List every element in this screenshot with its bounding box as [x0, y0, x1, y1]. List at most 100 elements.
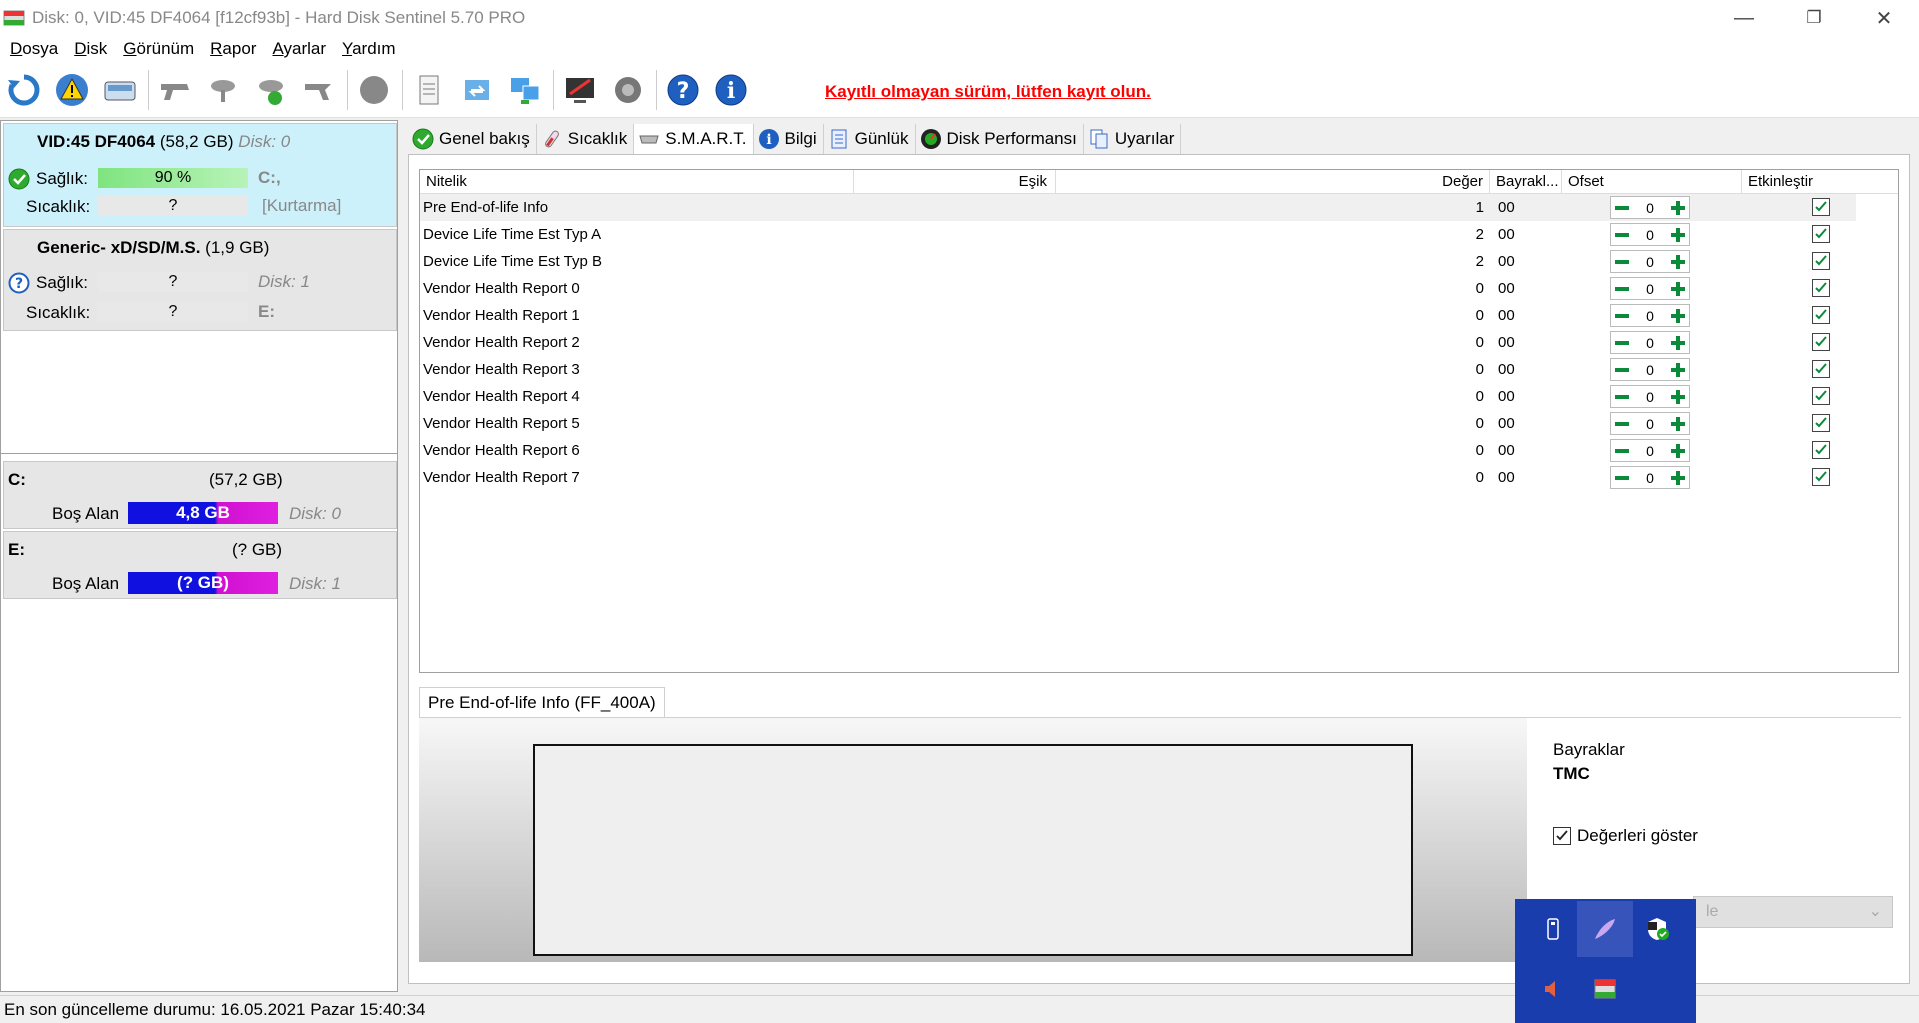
minus-icon[interactable] — [1611, 224, 1633, 245]
enable-checkbox[interactable] — [1812, 441, 1830, 459]
offset-stepper[interactable]: 0 — [1610, 358, 1690, 381]
offset-value[interactable]: 0 — [1633, 227, 1667, 243]
plus-icon[interactable] — [1667, 440, 1689, 461]
table-row[interactable]: Vendor Health Report 4 0 00 0 — [420, 383, 1898, 410]
offset-stepper[interactable]: 0 — [1610, 385, 1690, 408]
plus-icon[interactable] — [1667, 251, 1689, 272]
enable-checkbox[interactable] — [1812, 225, 1830, 243]
enable-checkbox[interactable] — [1812, 306, 1830, 324]
close-button[interactable]: ✕ — [1849, 0, 1919, 36]
offset-stepper[interactable]: 0 — [1610, 304, 1690, 327]
plus-icon[interactable] — [1667, 467, 1689, 488]
speaker-icon[interactable] — [608, 70, 648, 110]
enable-checkbox[interactable] — [1812, 252, 1830, 270]
enable-checkbox[interactable] — [1812, 360, 1830, 378]
plus-icon[interactable] — [1667, 359, 1689, 380]
tab-info[interactable]: i Bilgi — [753, 124, 824, 154]
minimize-button[interactable]: — — [1709, 0, 1779, 36]
table-row[interactable]: Vendor Health Report 7 0 00 0 — [420, 464, 1898, 491]
minus-icon[interactable] — [1611, 359, 1633, 380]
offset-value[interactable]: 0 — [1633, 362, 1667, 378]
gun-icon[interactable] — [155, 70, 195, 110]
security-shield-icon[interactable] — [1629, 901, 1685, 957]
speaker-muted-icon[interactable] — [1525, 961, 1581, 1017]
circle-icon[interactable] — [354, 70, 394, 110]
alert-icon[interactable] — [52, 70, 92, 110]
enable-checkbox[interactable] — [1812, 387, 1830, 405]
col-enable[interactable]: Etkinleştir — [1742, 170, 1856, 194]
tab-overview[interactable]: Genel bakış — [408, 124, 537, 154]
menu-report[interactable]: Rapor — [202, 39, 264, 59]
menu-settings[interactable]: Ayarlar — [264, 39, 334, 59]
enable-checkbox[interactable] — [1812, 198, 1830, 216]
plus-icon[interactable] — [1667, 332, 1689, 353]
minus-icon[interactable] — [1611, 305, 1633, 326]
plus-icon[interactable] — [1667, 305, 1689, 326]
offset-stepper[interactable]: 0 — [1610, 196, 1690, 219]
refresh-icon[interactable] — [4, 70, 44, 110]
offset-value[interactable]: 0 — [1633, 443, 1667, 459]
help-icon[interactable]: ? — [663, 70, 703, 110]
col-value[interactable]: Değer — [1056, 170, 1490, 194]
offset-stepper[interactable]: 0 — [1610, 412, 1690, 435]
col-threshold[interactable]: Eşik — [854, 170, 1056, 194]
plus-icon[interactable] — [1667, 278, 1689, 299]
register-link[interactable]: Kayıtlı olmayan sürüm, lütfen kayıt olun… — [825, 82, 1151, 102]
table-row[interactable]: Vendor Health Report 1 0 00 0 — [420, 302, 1898, 329]
usb-drive-icon[interactable] — [1525, 901, 1581, 957]
menu-file[interactable]: Dosya — [2, 39, 66, 59]
table-row[interactable]: Vendor Health Report 6 0 00 0 — [420, 437, 1898, 464]
tab-disk-performance[interactable]: Disk Performansı — [915, 124, 1084, 154]
offset-stepper[interactable]: 0 — [1610, 466, 1690, 489]
menu-view[interactable]: Görünüm — [115, 39, 202, 59]
network-icon[interactable] — [505, 70, 545, 110]
disk-card-0[interactable]: VID:45 DF4064 (58,2 GB) Disk: 0 Sağlık: … — [3, 123, 397, 227]
maximize-button[interactable]: ❐ — [1779, 0, 1849, 36]
offset-value[interactable]: 0 — [1633, 335, 1667, 351]
offset-stepper[interactable]: 0 — [1610, 331, 1690, 354]
tab-log[interactable]: Günlük — [823, 124, 916, 154]
enable-checkbox[interactable] — [1812, 468, 1830, 486]
table-row[interactable]: Vendor Health Report 5 0 00 0 — [420, 410, 1898, 437]
enable-checkbox[interactable] — [1812, 279, 1830, 297]
offset-value[interactable]: 0 — [1633, 389, 1667, 405]
table-row[interactable]: Device Life Time Est Typ A 2 00 0 — [420, 221, 1898, 248]
table-row[interactable]: Device Life Time Est Typ B 2 00 0 — [420, 248, 1898, 275]
offset-value[interactable]: 0 — [1633, 254, 1667, 270]
pen-icon[interactable] — [1577, 901, 1633, 957]
plus-icon[interactable] — [1667, 386, 1689, 407]
menu-disk[interactable]: Disk — [66, 39, 115, 59]
monitor-icon[interactable] — [560, 70, 600, 110]
minus-icon[interactable] — [1611, 386, 1633, 407]
detail-tab[interactable]: Pre End-of-life Info (FF_400A) — [419, 687, 665, 717]
offset-value[interactable]: 0 — [1633, 200, 1667, 216]
table-row[interactable]: Vendor Health Report 2 0 00 0 — [420, 329, 1898, 356]
network-disk-icon[interactable] — [203, 70, 243, 110]
minus-icon[interactable] — [1611, 467, 1633, 488]
col-attribute[interactable]: Nitelik — [420, 170, 854, 194]
minus-icon[interactable] — [1611, 413, 1633, 434]
table-row[interactable]: Vendor Health Report 3 0 00 0 — [420, 356, 1898, 383]
offset-value[interactable]: 0 — [1633, 308, 1667, 324]
enable-checkbox[interactable] — [1812, 414, 1830, 432]
disabled-dropdown[interactable]: le ⌄ — [1693, 896, 1893, 928]
offset-stepper[interactable]: 0 — [1610, 223, 1690, 246]
tab-temperature[interactable]: Sıcaklık — [536, 124, 635, 154]
table-row[interactable]: Vendor Health Report 0 0 00 0 — [420, 275, 1898, 302]
volume-card-c[interactable]: C: (57,2 GB) Boş Alan 4,8 GB Disk: 0 — [3, 461, 397, 529]
tool-icon[interactable] — [299, 70, 339, 110]
minus-icon[interactable] — [1611, 332, 1633, 353]
volume-card-e[interactable]: E: (? GB) Boş Alan (? GB) Disk: 1 — [3, 531, 397, 599]
disk-card-1[interactable]: Generic- xD/SD/M.S. (1,9 GB) ? Sağlık: ?… — [3, 229, 397, 331]
tab-smart[interactable]: S.M.A.R.T. — [634, 124, 754, 154]
disk-icon[interactable] — [100, 70, 140, 110]
plus-icon[interactable] — [1667, 413, 1689, 434]
info-icon[interactable]: i — [711, 70, 751, 110]
table-row[interactable]: Pre End-of-life Info 1 00 0 — [420, 194, 1856, 221]
offset-value[interactable]: 0 — [1633, 416, 1667, 432]
backup-icon[interactable] — [457, 70, 497, 110]
tab-alerts[interactable]: Uyarılar — [1083, 124, 1182, 154]
minus-icon[interactable] — [1611, 251, 1633, 272]
disk-ok-icon[interactable] — [251, 70, 291, 110]
offset-value[interactable]: 0 — [1633, 281, 1667, 297]
